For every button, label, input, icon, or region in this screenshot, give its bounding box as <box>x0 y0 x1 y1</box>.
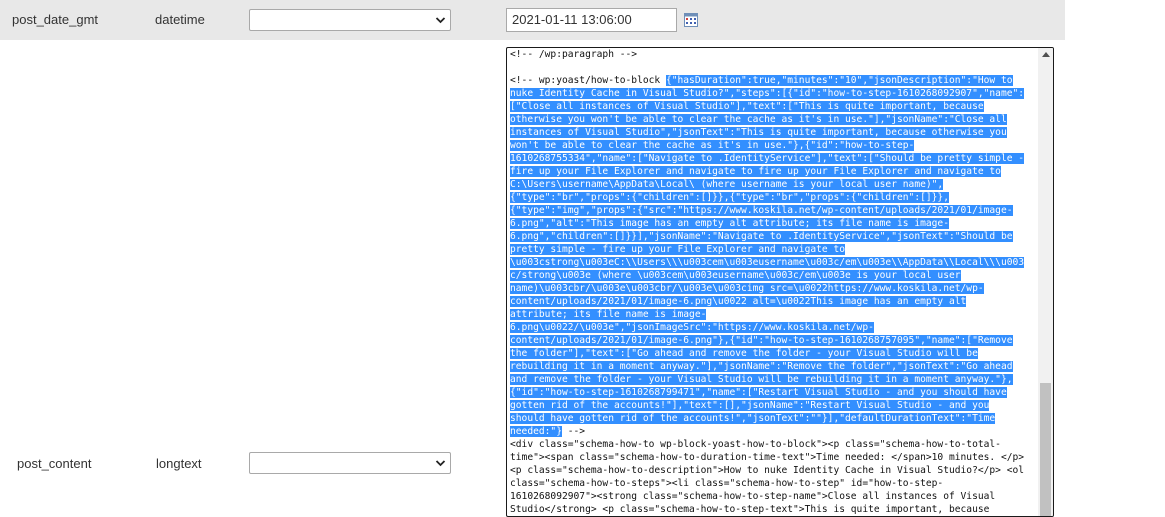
selected-text: fire up your File Explorer and navigate … <box>510 166 1001 177</box>
selected-text: {"id":"how-to-step-1610268799471","name"… <box>510 387 1007 398</box>
content-line: <!-- wp:yoast/how-to-block {"hasDuration… <box>510 74 1038 87</box>
content-line: the folder"],"text":["Go ahead and remov… <box>510 347 1038 360</box>
field-name: post_content <box>17 456 92 471</box>
selected-text: gotten rid of the accounts!"],"text":[],… <box>510 400 990 411</box>
calendar-icon[interactable] <box>684 13 698 27</box>
selected-text: otherwise you won't be able to clear the… <box>510 114 1007 125</box>
content-line: <!-- /wp:paragraph --> <box>510 48 1038 61</box>
selected-text: content/uploads/2021/01/image-6.png\u002… <box>510 296 967 307</box>
selected-text: attribute; its file name is image- <box>510 309 707 320</box>
content-text: <div class="schema-how-to wp-block-yoast… <box>510 439 1001 450</box>
content-line: won't be able to clear the cache as it's… <box>510 139 1038 152</box>
field-name: post_date_gmt <box>12 12 99 27</box>
content-line: otherwise you won't be able to clear the… <box>510 113 1038 126</box>
selected-text: nuke Identity Cache in Visual Studio?","… <box>510 88 1025 99</box>
selected-text: needed:"} <box>510 426 562 437</box>
selected-text: instances of Visual Studio","jsonText":"… <box>510 127 1007 138</box>
function-select[interactable] <box>249 9 451 31</box>
content-text: Studio</strong> <p class="schema-how-to-… <box>510 504 990 515</box>
selected-text: {"hasDuration":true,"minutes":"10","json… <box>665 75 1013 86</box>
content-line: \u003cstrong\u003eC:\\Users\\\u003cem\u0… <box>510 256 1038 269</box>
content-line: content/uploads/2021/01/image-6.png\u002… <box>510 295 1038 308</box>
content-line: rebuilding it in a moment anyway."],"jso… <box>510 360 1038 373</box>
content-line: 1610268092907"><strong class="schema-how… <box>510 490 1038 503</box>
content-line: attribute; its file name is image- <box>510 308 1038 321</box>
content-line: <div class="schema-how-to wp-block-yoast… <box>510 438 1038 451</box>
content-line: 6.png","alt":"This image has an empty al… <box>510 217 1038 230</box>
content-line: 6.png","children":[]}}],"jsonName":"Navi… <box>510 230 1038 243</box>
content-line: {"type":"img","props":{"src":"https://ww… <box>510 204 1038 217</box>
selected-text: C:\Users\username\AppData\Local\ (where … <box>510 179 944 190</box>
selected-text: 6.png\u0022/\u003e","jsonImageSrc":"http… <box>510 322 874 333</box>
content-line: pretty simple - fire up your File Explor… <box>510 243 1038 256</box>
selected-text: and remove the folder - your Visual Stud… <box>510 374 1013 385</box>
scrollbar-thumb[interactable] <box>1040 383 1051 516</box>
content-line: <p class="schema-how-to-description">How… <box>510 464 1038 477</box>
selected-text: \u003cstrong\u003eC:\\Users\\\u003cem\u0… <box>510 257 1025 268</box>
selected-text: won't be able to clear the cache as it's… <box>510 140 915 151</box>
selected-text: should have gotten rid of the accounts!"… <box>510 413 996 424</box>
content-line: C:\Users\username\AppData\Local\ (where … <box>510 178 1038 191</box>
content-line <box>510 61 1038 74</box>
content-text: class="schema-how-to-steps"><li class="s… <box>510 478 944 489</box>
content-line: needed:"} --> <box>510 425 1038 438</box>
content-line: Studio</strong> <p class="schema-how-to-… <box>510 503 1038 516</box>
selected-text: name)\u003cbr/\u003e\u003cbr/\u003e\u003… <box>510 283 984 294</box>
selected-text: ["Close all instances of Visual Studio"]… <box>510 101 984 112</box>
content-text: --> <box>561 426 586 437</box>
content-line: name)\u003cbr/\u003e\u003cbr/\u003e\u003… <box>510 282 1038 295</box>
chevron-down-icon <box>435 17 446 24</box>
scrollbar[interactable] <box>1038 48 1053 516</box>
chevron-down-icon <box>435 460 446 467</box>
content-line: content/uploads/2021/01/image-6.png"},{"… <box>510 334 1038 347</box>
selected-text: {"type":"br","props":{"children":[]}},{"… <box>510 192 949 203</box>
selected-text: 6.png","alt":"This image has an empty al… <box>510 218 949 229</box>
content-line: {"type":"br","props":{"children":[]}},{"… <box>510 191 1038 204</box>
content-line: fire up your File Explorer and navigate … <box>510 165 1038 178</box>
content-line: c/strong\u003e (where \u003cem\u003euser… <box>510 269 1038 282</box>
selected-text: c/strong\u003e (where \u003cem\u003euser… <box>510 270 961 281</box>
content-text: <p class="schema-how-to-description">How… <box>510 465 1025 476</box>
content-line: gotten rid of the accounts!"],"text":[],… <box>510 399 1038 412</box>
function-select[interactable] <box>249 452 451 474</box>
content-line: 1610268755334","name":["Navigate to .Ide… <box>510 152 1038 165</box>
content-text: <!-- /wp:paragraph --> <box>510 49 638 60</box>
selected-text: content/uploads/2021/01/image-6.png"},{"… <box>510 335 1013 346</box>
content-line: instances of Visual Studio","jsonText":"… <box>510 126 1038 139</box>
selected-text: the folder"],"text":["Go ahead and remov… <box>510 348 978 359</box>
content-line: class="schema-how-to-steps"><li class="s… <box>510 477 1038 490</box>
content-line: nuke Identity Cache in Visual Studio?","… <box>510 87 1038 100</box>
selected-text: rebuilding it in a moment anyway."],"jso… <box>510 361 1013 372</box>
selected-text: {"type":"img","props":{"src":"https://ww… <box>510 205 1013 216</box>
content-line: {"id":"how-to-step-1610268799471","name"… <box>510 386 1038 399</box>
content-line: should have gotten rid of the accounts!"… <box>510 412 1038 425</box>
content-textarea[interactable]: <!-- /wp:paragraph --> <!-- wp:yoast/how-… <box>506 47 1054 517</box>
content-line: and remove the folder - your Visual Stud… <box>510 373 1038 386</box>
content-line: ["Close all instances of Visual Studio"]… <box>510 100 1038 113</box>
field-type: longtext <box>156 456 202 471</box>
selected-text: 6.png","children":[]}}],"jsonName":"Navi… <box>510 231 1013 242</box>
content-text: time"><span class="schema-how-to-duratio… <box>510 452 1025 463</box>
scroll-up-arrow-icon[interactable] <box>1042 52 1050 57</box>
content-line: 6.png\u0022/\u003e","jsonImageSrc":"http… <box>510 321 1038 334</box>
content-text: <!-- wp:yoast/how-to-block <box>510 75 666 86</box>
content-line: time"><span class="schema-how-to-duratio… <box>510 451 1038 464</box>
datetime-input[interactable]: 2021-01-11 13:06:00 <box>506 8 677 32</box>
content-text: 1610268092907"><strong class="schema-how… <box>510 491 996 502</box>
selected-text: pretty simple - fire up your File Explor… <box>510 244 846 255</box>
table-row-post-date-gmt: post_date_gmt datetime 2021-01-11 13:06:… <box>0 0 1065 40</box>
selected-text: 1610268755334","name":["Navigate to .Ide… <box>510 153 1025 164</box>
content-textarea-text[interactable]: <!-- /wp:paragraph --> <!-- wp:yoast/how-… <box>510 48 1038 516</box>
field-type: datetime <box>155 12 205 27</box>
